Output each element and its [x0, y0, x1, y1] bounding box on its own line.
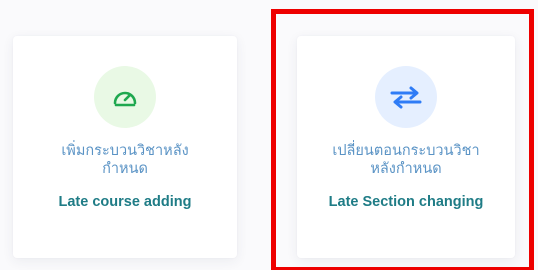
card-title-thai-line2: กำหนด — [102, 161, 148, 177]
swap-arrows-icon-circle — [375, 66, 437, 128]
card-title-thai-line1: เพิ่มกระบวนวิชาหลัง — [61, 143, 189, 159]
menu-card-area: เพิ่มกระบวนวิชาหลัง กำหนด Late course ad… — [0, 0, 538, 270]
card-title-thai-line2: หลังกำหนด — [370, 161, 442, 177]
card-title-english: Late Section changing — [328, 194, 484, 210]
swap-arrows-icon — [390, 86, 422, 109]
speedometer-icon — [113, 91, 137, 107]
late-course-adding-card[interactable]: เพิ่มกระบวนวิชาหลัง กำหนด Late course ad… — [13, 36, 237, 258]
speedometer-icon-circle — [94, 66, 156, 128]
card-title-thai-line1: เปลี่ยนตอนกระบวนวิชา — [332, 143, 480, 159]
late-section-changing-card[interactable]: เปลี่ยนตอนกระบวนวิชา หลังกำหนด Late Sect… — [297, 36, 515, 258]
card-title-thai: เปลี่ยนตอนกระบวนวิชา หลังกำหนด — [297, 142, 515, 178]
card-title-thai: เพิ่มกระบวนวิชาหลัง กำหนด — [13, 142, 237, 178]
card-title-english: Late course adding — [58, 194, 192, 210]
